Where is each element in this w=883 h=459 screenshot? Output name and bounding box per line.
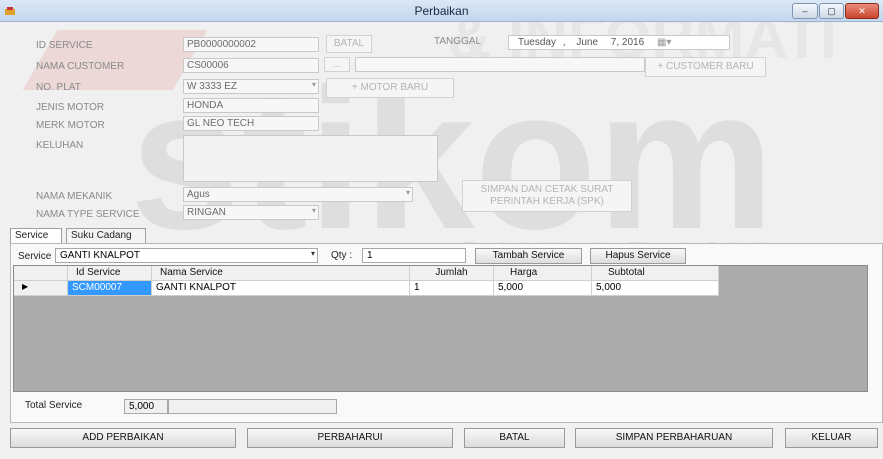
total-service-field: 5,000 (124, 399, 168, 414)
nama-type-service-label: NAMA TYPE SERVICE (36, 209, 140, 220)
service-table[interactable]: Id Service Nama Service Jumlah Harga Sub… (13, 265, 868, 392)
qty-input[interactable]: 1 (362, 248, 466, 263)
column-header-jumlah[interactable]: Jumlah (410, 266, 494, 281)
batal-id-button[interactable]: BATAL (326, 35, 372, 53)
qty-label: Qty : (331, 250, 353, 261)
merk-motor-label: MERK MOTOR (36, 120, 105, 131)
tanggal-label: TANGGAL (434, 36, 482, 47)
customer-baru-button[interactable]: + CUSTOMER BARU (645, 57, 766, 77)
cell-subtotal[interactable]: 5,000 (592, 281, 719, 296)
column-header-id-service[interactable]: Id Service (68, 266, 152, 281)
cell-id-service[interactable]: SCM00007 (68, 281, 152, 296)
simpan-cetak-spk-button[interactable]: SIMPAN DAN CETAK SURAT PERINTAH KERJA (S… (462, 180, 632, 212)
perbaharui-button[interactable]: PERBAHARUI (247, 428, 453, 448)
service-combo-value: GANTI KNALPOT (60, 250, 141, 261)
batal-button[interactable]: BATAL (464, 428, 565, 448)
tambah-service-button[interactable]: Tambah Service (475, 248, 582, 264)
tab-suku-cadang[interactable]: Suku Cadang (66, 228, 146, 243)
nama-mekanik-value: Agus (187, 189, 210, 200)
service-combo[interactable]: GANTI KNALPOT ▾ (55, 248, 318, 263)
nama-type-service-value: RINGAN (187, 207, 226, 218)
cell-nama-service[interactable]: GANTI KNALPOT (152, 281, 410, 296)
no-plat-field[interactable]: W 3333 EZ ▾ (183, 79, 319, 94)
tanggal-sep: , (562, 37, 566, 48)
no-plat-value: W 3333 EZ (187, 81, 238, 92)
hapus-service-button[interactable]: Hapus Service (590, 248, 686, 264)
nama-type-service-combo[interactable]: RINGAN ▾ (183, 205, 319, 220)
service-combo-label: Service : (18, 251, 57, 262)
column-header-nama-service[interactable]: Nama Service (152, 266, 410, 281)
keluhan-label: KELUHAN (36, 140, 84, 151)
total-service-extra-field (168, 399, 337, 414)
table-header: Id Service Nama Service Jumlah Harga Sub… (14, 266, 719, 281)
tanggal-day: Tuesday (518, 37, 556, 48)
no-plat-label: NO. PLAT (36, 82, 81, 93)
minimize-button[interactable]: ‒ (792, 3, 818, 19)
window-title: Perbaikan (414, 4, 469, 18)
id-service-label: ID SERVICE (36, 40, 93, 51)
close-button[interactable]: ✕ (845, 3, 879, 19)
keluhan-field[interactable] (183, 135, 438, 182)
jenis-motor-label: JENIS MOTOR (36, 102, 105, 113)
nama-customer-field[interactable]: CS00006 (183, 58, 319, 73)
id-service-field[interactable]: PB0000000002 (183, 37, 319, 52)
tanggal-date: 7, 2016 (610, 37, 645, 48)
table-row[interactable]: ▶ SCM00007 GANTI KNALPOT 1 5,000 5,000 (14, 281, 719, 296)
calendar-dropdown-icon[interactable]: ▦▾ (657, 37, 671, 48)
merk-motor-field[interactable]: GL NEO TECH (183, 116, 319, 131)
total-service-label: Total Service (25, 400, 83, 411)
tanggal-picker[interactable]: Tuesday , June 7, 2016 ▦▾ (508, 35, 730, 50)
simpan-perbaharuan-button[interactable]: SIMPAN PERBAHARUAN (575, 428, 773, 448)
customer-name-field[interactable] (355, 57, 645, 72)
nama-customer-label: NAMA CUSTOMER (36, 61, 125, 72)
maximize-button[interactable]: ▢ (819, 3, 844, 19)
motor-baru-button[interactable]: + MOTOR BARU (326, 78, 454, 98)
nama-mekanik-label: NAMA MEKANIK (36, 191, 113, 202)
tab-service[interactable]: Service (10, 228, 62, 244)
chevron-down-icon: ▾ (405, 188, 410, 197)
tanggal-month: June (576, 37, 599, 48)
chevron-down-icon: ▾ (311, 206, 316, 215)
cell-jumlah[interactable]: 1 (410, 281, 494, 296)
cell-harga[interactable]: 5,000 (494, 281, 592, 296)
add-perbaikan-button[interactable]: ADD PERBAIKAN (10, 428, 236, 448)
chevron-down-icon: ▾ (310, 249, 315, 258)
customer-lookup-button[interactable]: ... (324, 57, 350, 72)
column-header-harga[interactable]: Harga (494, 266, 592, 281)
row-header-corner (14, 266, 68, 281)
watermark-red-stripe (22, 30, 208, 90)
column-header-subtotal[interactable]: Subtotal (592, 266, 719, 281)
keluar-button[interactable]: KELUAR (785, 428, 878, 448)
chevron-down-icon: ▾ (311, 80, 316, 89)
jenis-motor-field[interactable]: HONDA (183, 98, 319, 113)
row-selector-icon[interactable]: ▶ (14, 281, 68, 296)
nama-mekanik-combo[interactable]: Agus ▾ (183, 187, 413, 202)
title-bar: Perbaikan ‒ ▢ ✕ (0, 0, 883, 22)
